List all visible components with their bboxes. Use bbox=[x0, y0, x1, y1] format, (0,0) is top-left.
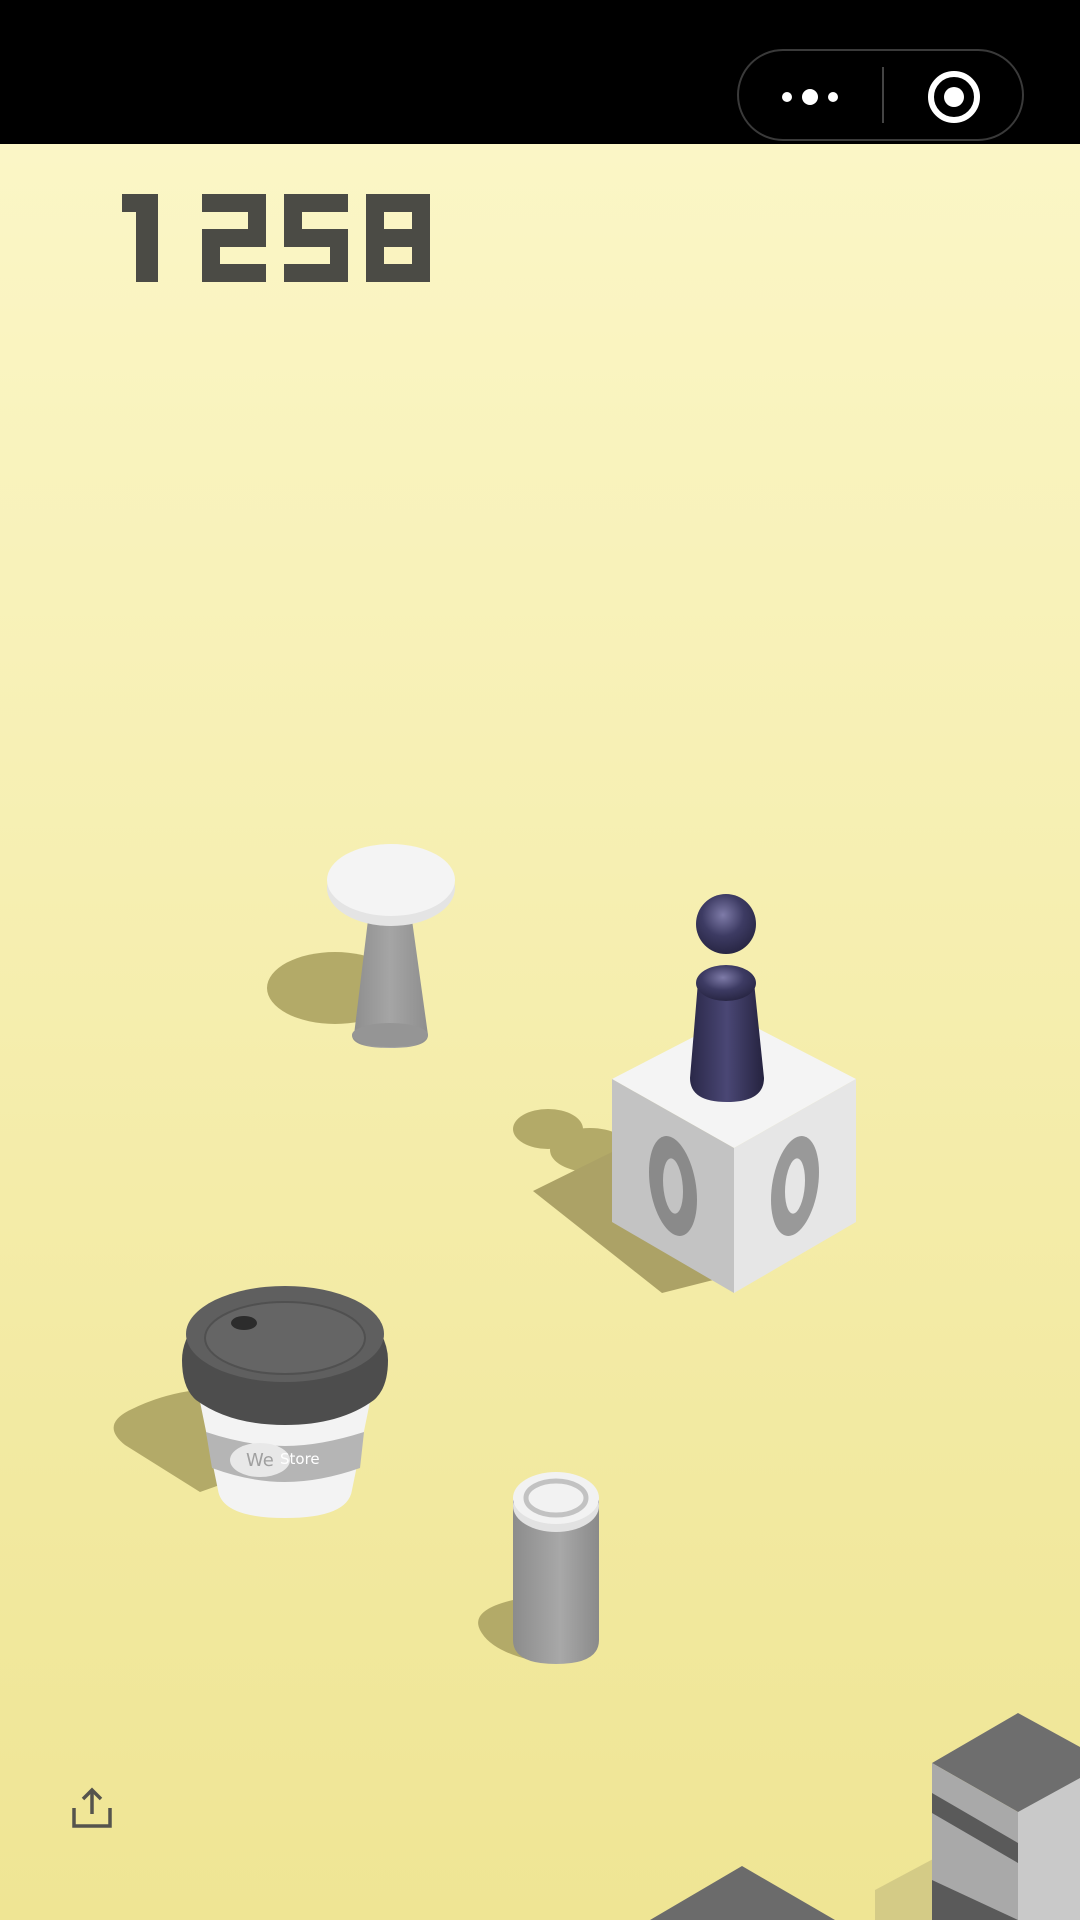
close-app-button[interactable] bbox=[884, 51, 1022, 139]
more-menu-button[interactable] bbox=[739, 51, 882, 139]
pedestal-top bbox=[327, 844, 455, 916]
more-dots-icon bbox=[782, 89, 838, 105]
score-digits bbox=[122, 194, 430, 282]
top-bar bbox=[0, 0, 1080, 144]
player-shoulder bbox=[696, 965, 756, 1001]
mini-program-capsule bbox=[737, 49, 1024, 141]
player-piece[interactable] bbox=[690, 894, 764, 1102]
score-value: 1258 bbox=[118, 194, 121, 195]
score-display: 1258 bbox=[118, 194, 430, 282]
cup-brand-store: Store bbox=[280, 1450, 320, 1468]
player-head bbox=[696, 894, 756, 954]
cup-lid-hole bbox=[231, 1316, 257, 1330]
cup-brand-we: We bbox=[246, 1450, 274, 1471]
share-upload-icon[interactable] bbox=[68, 1784, 116, 1832]
game-stage[interactable]: We Store bbox=[0, 144, 1080, 1920]
target-circle-icon bbox=[928, 71, 980, 123]
